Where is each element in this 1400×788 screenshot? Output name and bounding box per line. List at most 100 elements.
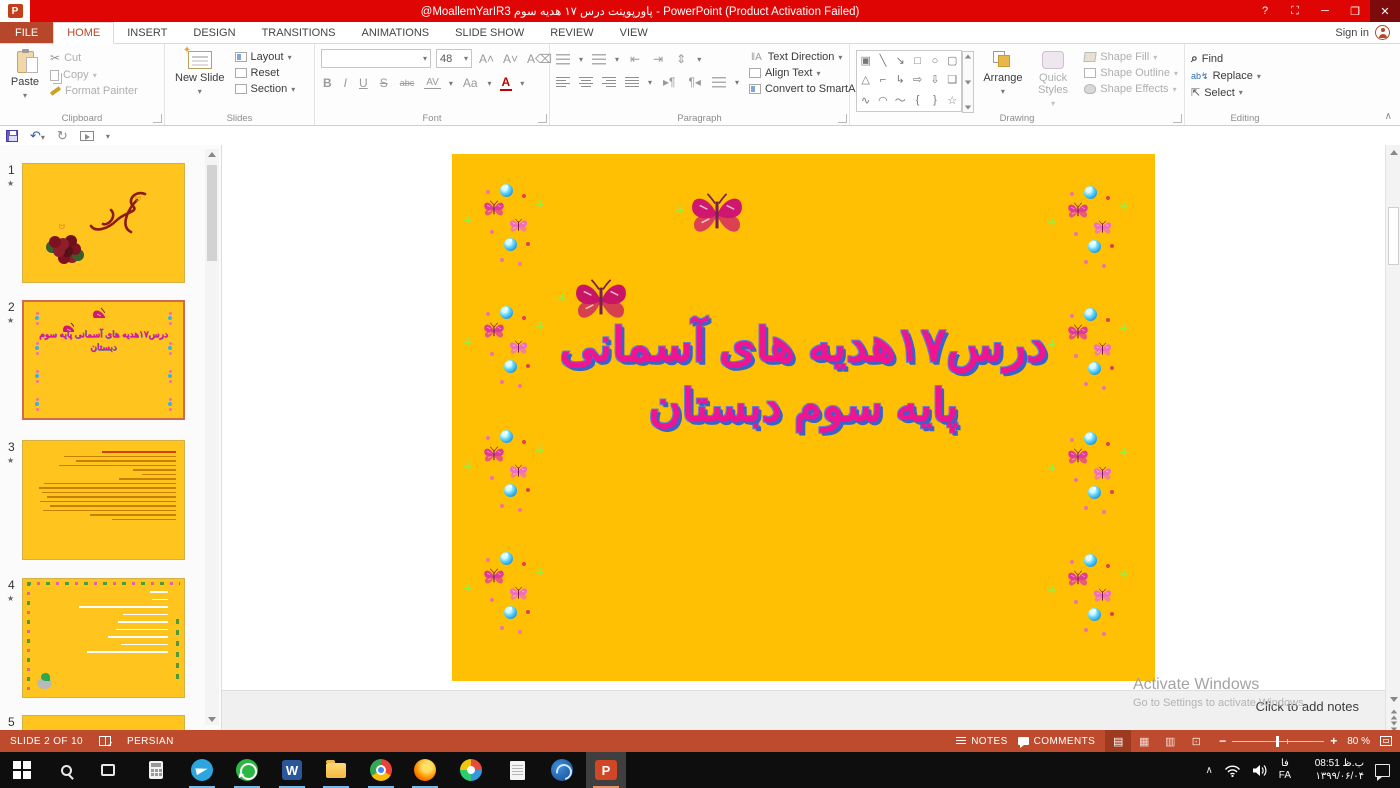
start-slideshow-icon[interactable]: [80, 131, 94, 141]
paste-button[interactable]: Paste ▾: [6, 49, 44, 102]
quick-styles-button[interactable]: Quick Styles▾: [1028, 49, 1078, 110]
shape-elbow-arrow-icon[interactable]: ↳: [896, 73, 905, 86]
reading-view-button[interactable]: ▥: [1157, 730, 1183, 752]
scrollbar-thumb[interactable]: [207, 165, 217, 261]
italic-button[interactable]: I: [342, 76, 349, 90]
line-spacing-icon[interactable]: ⇕: [674, 52, 688, 66]
taskbar-telegram[interactable]: [182, 752, 222, 788]
replace-button[interactable]: ab↯Replace▾: [1191, 70, 1261, 82]
font-name-combo[interactable]: ▾: [321, 49, 431, 68]
taskbar-word[interactable]: W: [272, 752, 312, 788]
tab-view[interactable]: VIEW: [607, 22, 661, 43]
shrink-font-icon[interactable]: A˅: [501, 52, 520, 66]
minimize-button[interactable]: ─: [1310, 0, 1340, 22]
shape-down-arrow-icon[interactable]: ⇩: [930, 73, 939, 86]
shape-arc-icon[interactable]: ◠: [878, 94, 888, 107]
align-center-icon[interactable]: [579, 77, 593, 88]
numbering-icon[interactable]: [592, 54, 606, 65]
scroll-up-icon[interactable]: [1390, 150, 1398, 155]
zoom-percent[interactable]: 80 %: [1347, 736, 1370, 747]
taskbar-navigator-app[interactable]: [542, 752, 582, 788]
sign-in[interactable]: Sign in: [1335, 22, 1400, 43]
zoom-out-icon[interactable]: −: [1219, 734, 1226, 748]
help-icon[interactable]: ?: [1250, 0, 1280, 22]
comments-toggle[interactable]: COMMENTS: [1018, 736, 1096, 747]
taskbar-file-explorer[interactable]: [316, 752, 356, 788]
notes-placeholder[interactable]: Click to add notes: [1256, 699, 1359, 714]
slide-1-thumbnail[interactable]: ᗢ ᗢ: [22, 163, 185, 283]
drawing-dialog-launcher-icon[interactable]: [1173, 114, 1182, 123]
ltr-direction-icon[interactable]: ▸¶: [661, 75, 677, 89]
slide-3-thumbnail[interactable]: [22, 440, 185, 560]
shape-fill-button[interactable]: Shape Fill▾: [1084, 51, 1178, 63]
slideshow-view-button[interactable]: ⊡: [1183, 730, 1209, 752]
language-indicator[interactable]: PERSIAN: [127, 736, 174, 747]
shape-outline-button[interactable]: Shape Outline▾: [1084, 67, 1178, 79]
scrollbar-thumb[interactable]: [1388, 207, 1399, 265]
increase-indent-icon[interactable]: ⇥: [651, 52, 665, 66]
taskbar-chrome[interactable]: [361, 752, 401, 788]
shape-elbow-icon[interactable]: ⌐: [880, 74, 886, 86]
shape-right-brace-icon[interactable]: }: [933, 94, 937, 106]
font-color-button[interactable]: A: [500, 75, 513, 91]
start-button[interactable]: [2, 752, 42, 788]
bold-button[interactable]: B: [321, 76, 334, 90]
character-spacing-button[interactable]: AV: [424, 77, 441, 89]
taskbar-notepad[interactable]: [497, 752, 537, 788]
bullets-icon[interactable]: [556, 54, 570, 65]
normal-view-button[interactable]: ▤: [1105, 730, 1131, 752]
clipboard-dialog-launcher-icon[interactable]: [153, 114, 162, 123]
notes-toggle[interactable]: NOTES: [956, 736, 1007, 747]
shapes-gallery-scroll[interactable]: [962, 51, 974, 113]
tab-design[interactable]: DESIGN: [180, 22, 248, 43]
taskbar-whatsapp[interactable]: [227, 752, 267, 788]
collapse-ribbon-icon[interactable]: ∧: [1385, 111, 1392, 122]
tab-transitions[interactable]: TRANSITIONS: [249, 22, 349, 43]
reset-button[interactable]: Reset: [235, 67, 296, 79]
previous-slide-icon[interactable]: [1390, 709, 1398, 720]
shape-textbox-icon[interactable]: ▣: [860, 54, 870, 67]
shapes-gallery[interactable]: ▣ ╲ ↘ □ ○ ▢ △ ⌐ ↳ ⇨ ⇩ ❏ ∿ ◠ 〜 { } ☆: [856, 50, 962, 112]
zoom-in-icon[interactable]: +: [1330, 734, 1337, 748]
current-slide[interactable]: درس۱۷هدیه های آسمانی پایه سوم دبستان: [452, 154, 1155, 681]
align-left-icon[interactable]: [556, 77, 570, 88]
shape-scribble-icon[interactable]: ∿: [861, 94, 870, 107]
shape-rounded-rectangle-icon[interactable]: ▢: [947, 54, 957, 67]
volume-icon[interactable]: [1252, 764, 1268, 777]
strikethrough-button[interactable]: S: [378, 76, 390, 90]
shape-triangle-icon[interactable]: △: [861, 73, 869, 86]
shape-right-arrow-icon[interactable]: ⇨: [913, 73, 922, 86]
copy-button[interactable]: Copy▾: [50, 69, 138, 81]
subscript-button[interactable]: abc: [398, 78, 417, 88]
font-dialog-launcher-icon[interactable]: [538, 114, 547, 123]
save-icon[interactable]: [6, 130, 18, 142]
rtl-direction-icon[interactable]: ¶◂: [686, 75, 702, 89]
shape-star-icon[interactable]: ☆: [947, 94, 957, 107]
cut-button[interactable]: ✂Cut: [50, 51, 138, 65]
powerpoint-app-icon[interactable]: P: [0, 0, 30, 22]
fit-slide-to-window-icon[interactable]: [1380, 736, 1392, 746]
columns-icon[interactable]: [712, 77, 726, 88]
redo-icon[interactable]: ↻: [57, 128, 68, 144]
align-right-icon[interactable]: [602, 77, 616, 88]
zoom-slider[interactable]: [1232, 741, 1324, 742]
slide-editing-area[interactable]: درس۱۷هدیه های آسمانی پایه سوم دبستان: [222, 145, 1385, 690]
shape-curve-icon[interactable]: 〜: [895, 92, 906, 108]
scroll-up-icon[interactable]: [208, 152, 216, 157]
restore-button[interactable]: ❐: [1340, 0, 1370, 22]
scroll-down-icon[interactable]: [1390, 697, 1398, 702]
undo-icon[interactable]: ↶▾: [30, 128, 45, 144]
slide-4-thumbnail[interactable]: [22, 578, 185, 698]
underline-button[interactable]: U: [357, 76, 370, 90]
grow-font-icon[interactable]: A˄: [477, 52, 496, 66]
decrease-indent-icon[interactable]: ⇤: [628, 52, 642, 66]
slide-5-thumbnail[interactable]: [22, 715, 185, 730]
customize-qat-icon[interactable]: ▾: [106, 132, 110, 141]
language-switcher[interactable]: فا FA: [1279, 758, 1291, 782]
tab-slideshow[interactable]: SLIDE SHOW: [442, 22, 537, 43]
select-button[interactable]: ⇱Select▾: [1191, 86, 1261, 99]
taskbar-firefox[interactable]: [405, 752, 445, 788]
tray-expand-icon[interactable]: ∧: [1205, 765, 1212, 776]
tab-review[interactable]: REVIEW: [537, 22, 606, 43]
zoom-slider-thumb[interactable]: [1276, 736, 1279, 747]
